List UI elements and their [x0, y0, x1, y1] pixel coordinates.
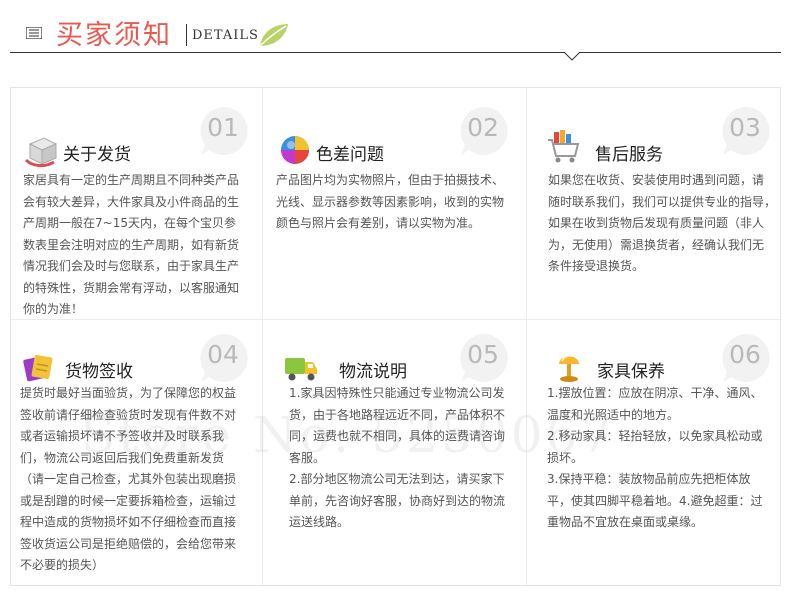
- card-title: 关于发货: [63, 145, 131, 165]
- text-line: 运送线路。: [289, 515, 350, 529]
- number-badge: 06: [719, 332, 771, 384]
- text-line: 们，物流公司返回后我们免费重新发货: [20, 450, 225, 465]
- number-label: 05: [467, 340, 499, 369]
- notice-grid: Store No: 5250067 01 关于发货 家居具有一定的生产周期且不同…: [10, 87, 781, 586]
- text-line: 温度和光照适中的地方。: [547, 407, 680, 422]
- text-line: 客服。: [289, 450, 326, 465]
- card-title: 物流说明: [339, 362, 407, 382]
- text-line: 或是刮蹭的时候一定要拆箱检查，运输过: [20, 493, 237, 508]
- text-line: 如果在收到货物后发现有质量问题（非人: [548, 216, 765, 230]
- text-line: 光线、显示器参数等因素影响，收到的实物: [276, 194, 505, 209]
- number-label: 06: [729, 340, 761, 369]
- text-line: 货，由于各地路程远近不同，产品体积不: [289, 407, 506, 422]
- text-line: 会有较大差异，大件家具及小件商品的生: [23, 194, 240, 209]
- card-text: 1.家具因特殊性只能通过专业物流公司发 货，由于各地路程远近不同，产品体积不 同，运…: [289, 383, 505, 534]
- text-line: 2.移动家具：轻抬轻放，以免家具松动或: [547, 429, 763, 443]
- text-line: 同，运费也就不相同，具体的运费请咨询: [289, 429, 506, 443]
- text-line: 产周期一般在7~15天内，在每个宝贝参: [23, 216, 236, 230]
- notice-card-color: 02 色差问题 产品图片均为实物照片，但由于拍摄技术、 光线、显示器参数等因素影响…: [263, 88, 526, 319]
- card-text: 提货时最好当面验货，为了保障您的权益 签收前请仔细检查验货时发现有件数不对 或者运输…: [20, 383, 236, 577]
- text-line: 签收前请仔细检查验货时发现有件数不对: [20, 407, 237, 422]
- text-line: 家居具有一定的生产周期且不同种类产品: [23, 173, 240, 187]
- text-line: 如果您在收货、安装使用时遇到问题，请: [548, 173, 765, 187]
- text-line: 情况我们会及时与您联系，由于家具生产: [23, 259, 240, 273]
- card-text: 家居具有一定的生产周期且不同种类产品 会有较大差异，大件家具及小件商品的生 产周期一…: [23, 170, 239, 321]
- card-text: 1.摆放位置：应放在阴凉、干净、通风、 温度和光照适中的地方。 2.移动家具：轻抬轻…: [547, 383, 762, 534]
- text-line: 平，使其四脚平稳着地。4.避免超重：过: [547, 493, 763, 508]
- color-ball-icon: [281, 136, 309, 164]
- number-label: 03: [729, 113, 761, 142]
- card-title: 色差问题: [316, 145, 384, 165]
- text-line: 1.家具因特殊性只能通过专业物流公司发: [289, 386, 505, 400]
- text-line: 单前，先咨询好客服，协商好到达的物流: [289, 493, 506, 508]
- text-line: 重物品不宜放在桌面或桌缘。: [547, 515, 704, 529]
- card-title: 售后服务: [595, 145, 663, 165]
- card-title: 家具保养: [597, 362, 665, 382]
- text-line: 1.摆放位置：应放在阴凉、干净、通风、: [547, 386, 763, 400]
- notice-card-logistics: 05 物流说明 1.家具因特殊性只能通过专业物流公司发 货，由于各地路程远近不同，…: [263, 320, 526, 585]
- shopping-cart-icon: [548, 130, 580, 163]
- text-line: 提货时最好当面验货，为了保障您的权益: [20, 386, 237, 400]
- lamp-icon: [559, 355, 579, 382]
- text-line: 为，无使用）需退换货者，经确认我们无: [548, 237, 765, 252]
- number-badge: 01: [197, 105, 249, 157]
- text-line: 程中造成的货物损坏如不仔细检查而直接: [20, 515, 237, 529]
- number-label: 04: [207, 340, 239, 369]
- text-line: 2.部分地区物流公司无法到达，请买家下: [289, 472, 505, 486]
- page-subtitle: DETAILS: [192, 28, 259, 43]
- text-line: 或者运输损坏请不予签收并及时联系我: [20, 429, 225, 443]
- text-line: 产品图片均为实物照片，但由于拍摄技术、: [276, 173, 505, 187]
- number-badge: 05: [457, 332, 509, 384]
- text-line: 损坏。: [547, 450, 584, 465]
- number-badge: 04: [197, 332, 249, 384]
- title-en-wrap: DETAILS: [186, 24, 259, 46]
- page-header: 买家须知 DETAILS: [0, 0, 790, 62]
- card-text: 产品图片均为实物照片，但由于拍摄技术、 光线、显示器参数等因素影响，收到的实物 颜色…: [276, 170, 504, 235]
- card-title: 货物签收: [65, 362, 133, 382]
- text-line: 数表里会注明对应的生产周期，如有新货: [23, 237, 240, 252]
- truck-icon: [285, 358, 317, 381]
- number-badge: 03: [719, 105, 771, 157]
- leaf-icon: [259, 24, 288, 47]
- text-line: （请一定自己检查，尤其外包装出现磨损: [20, 472, 237, 486]
- number-badge: 02: [457, 105, 509, 157]
- text-line: 你的为准！: [23, 302, 84, 316]
- package-sign-icon: [23, 354, 53, 382]
- notice-card-receipt: 04 货物签收 提货时最好当面验货，为了保障您的权益 签收前请仔细检查验货时发现有…: [11, 320, 262, 585]
- text-line: 3.保持平稳：装放物品前应先把柜体放: [547, 472, 751, 486]
- card-text: 如果您在收货、安装使用时遇到问题，请 随时联系我们，我们可以提供专业的指导， 如果在…: [548, 170, 776, 278]
- text-line: 不必要的损失）: [20, 558, 105, 572]
- notice-card-aftersales: 03 售后服务 如果您在收货、安装使用时遇到问题，请 随时联系我们，我们可以提供专…: [527, 88, 780, 319]
- text-line: 条件接受退换货。: [548, 259, 645, 273]
- page-title: 买家须知: [56, 20, 172, 51]
- menu-icon: [26, 27, 42, 39]
- text-line: 的特殊性，货期会常有浮动，以客服通知: [23, 280, 240, 295]
- number-label: 02: [467, 113, 499, 142]
- notice-card-maintenance: 06 家具保养 1.摆放位置：应放在阴凉、干净、通风、 温度和光照适中的地方。 2.…: [527, 320, 780, 585]
- text-line: 随时联系我们，我们可以提供专业的指导，: [548, 194, 777, 209]
- text-line: 颜色与照片会有差别，请以实物为准。: [276, 216, 481, 230]
- text-line: 签收货运公司是拒绝赔偿的，会给您带来: [20, 536, 237, 551]
- header-divider: [10, 52, 781, 53]
- number-label: 01: [207, 113, 239, 142]
- divider-notch: [564, 52, 580, 61]
- shipping-box-icon: [24, 137, 58, 168]
- notice-card-shipping: 01 关于发货 家居具有一定的生产周期且不同种类产品 会有较大差异，大件家具及小件…: [11, 88, 262, 319]
